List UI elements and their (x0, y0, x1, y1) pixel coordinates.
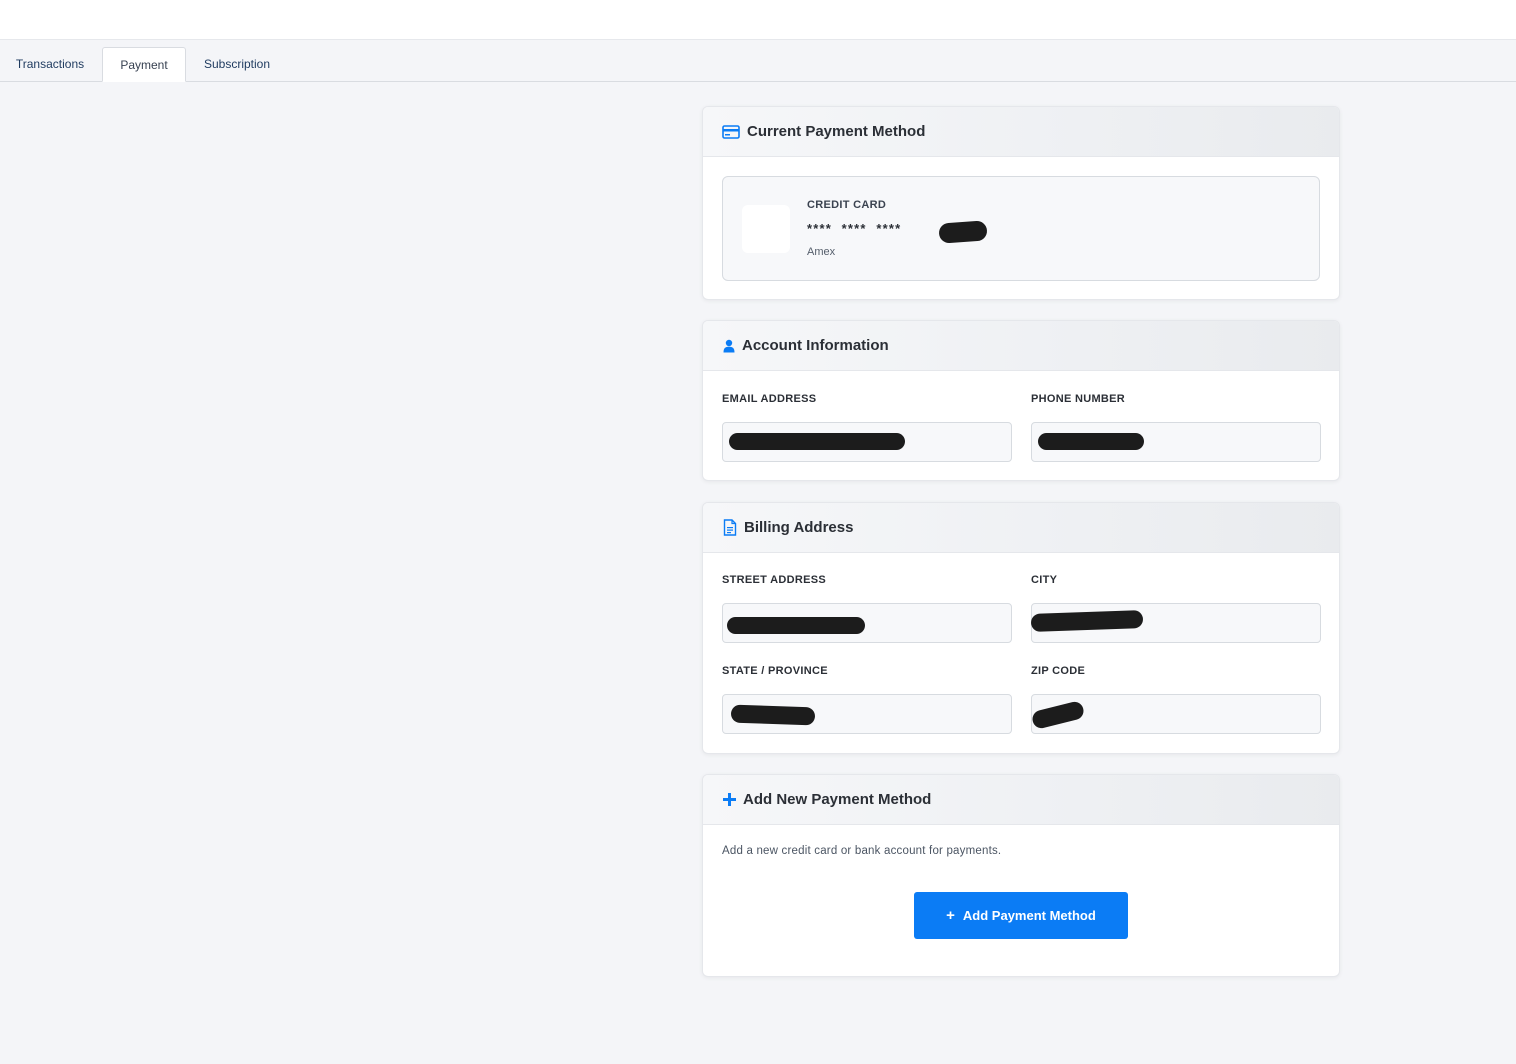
user-icon (722, 337, 736, 355)
city-label: CITY (1031, 574, 1058, 586)
state-label: STATE / PROVINCE (722, 665, 828, 677)
email-label: EMAIL ADDRESS (722, 393, 817, 405)
add-payment-header: Add New Payment Method (703, 775, 1339, 825)
current-payment-title: Current Payment Method (747, 123, 926, 140)
top-bar (0, 0, 1516, 40)
add-payment-method-button[interactable]: + Add Payment Method (914, 892, 1128, 939)
street-label: STREET ADDRESS (722, 574, 827, 586)
phone-label: PHONE NUMBER (1031, 393, 1126, 405)
current-payment-header: Current Payment Method (703, 107, 1339, 157)
redaction-mark (1038, 433, 1144, 450)
plus-icon (722, 791, 736, 809)
account-info-title: Account Information (742, 337, 889, 354)
tab-subscription[interactable]: Subscription (188, 47, 286, 82)
plus-icon: + (946, 907, 955, 924)
billing-address-card: Billing Address STREET ADDRESS CITY STAT… (702, 502, 1340, 754)
add-payment-title: Add New Payment Method (743, 791, 932, 808)
payment-method-item: CREDIT CARD **** **** **** Amex (722, 176, 1320, 281)
card-brand-logo (742, 205, 790, 253)
add-payment-card: Add New Payment Method Add a new credit … (702, 774, 1340, 977)
document-icon (722, 519, 738, 537)
redaction-mark (730, 704, 816, 726)
billing-address-title: Billing Address (744, 519, 854, 536)
tab-payment[interactable]: Payment (102, 47, 186, 82)
current-payment-card: Current Payment Method CREDIT CARD **** … (702, 106, 1340, 300)
tab-transactions[interactable]: Transactions (0, 47, 100, 82)
zip-label: ZIP CODE (1031, 665, 1086, 677)
card-number: **** **** **** (807, 221, 902, 236)
payment-type-label: CREDIT CARD (807, 199, 887, 211)
add-payment-description: Add a new credit card or bank account fo… (722, 845, 1002, 857)
redaction-mark (729, 433, 905, 450)
redaction-mark (938, 220, 988, 244)
card-brand: Amex (807, 246, 836, 258)
account-info-header: Account Information (703, 321, 1339, 371)
redaction-mark (727, 617, 865, 634)
credit-card-icon (722, 123, 740, 141)
account-info-card: Account Information EMAIL ADDRESS PHONE … (702, 320, 1340, 481)
add-payment-method-label: Add Payment Method (962, 908, 1096, 923)
tab-bar: Transactions Payment Subscription (0, 40, 1516, 82)
billing-address-header: Billing Address (703, 503, 1339, 553)
